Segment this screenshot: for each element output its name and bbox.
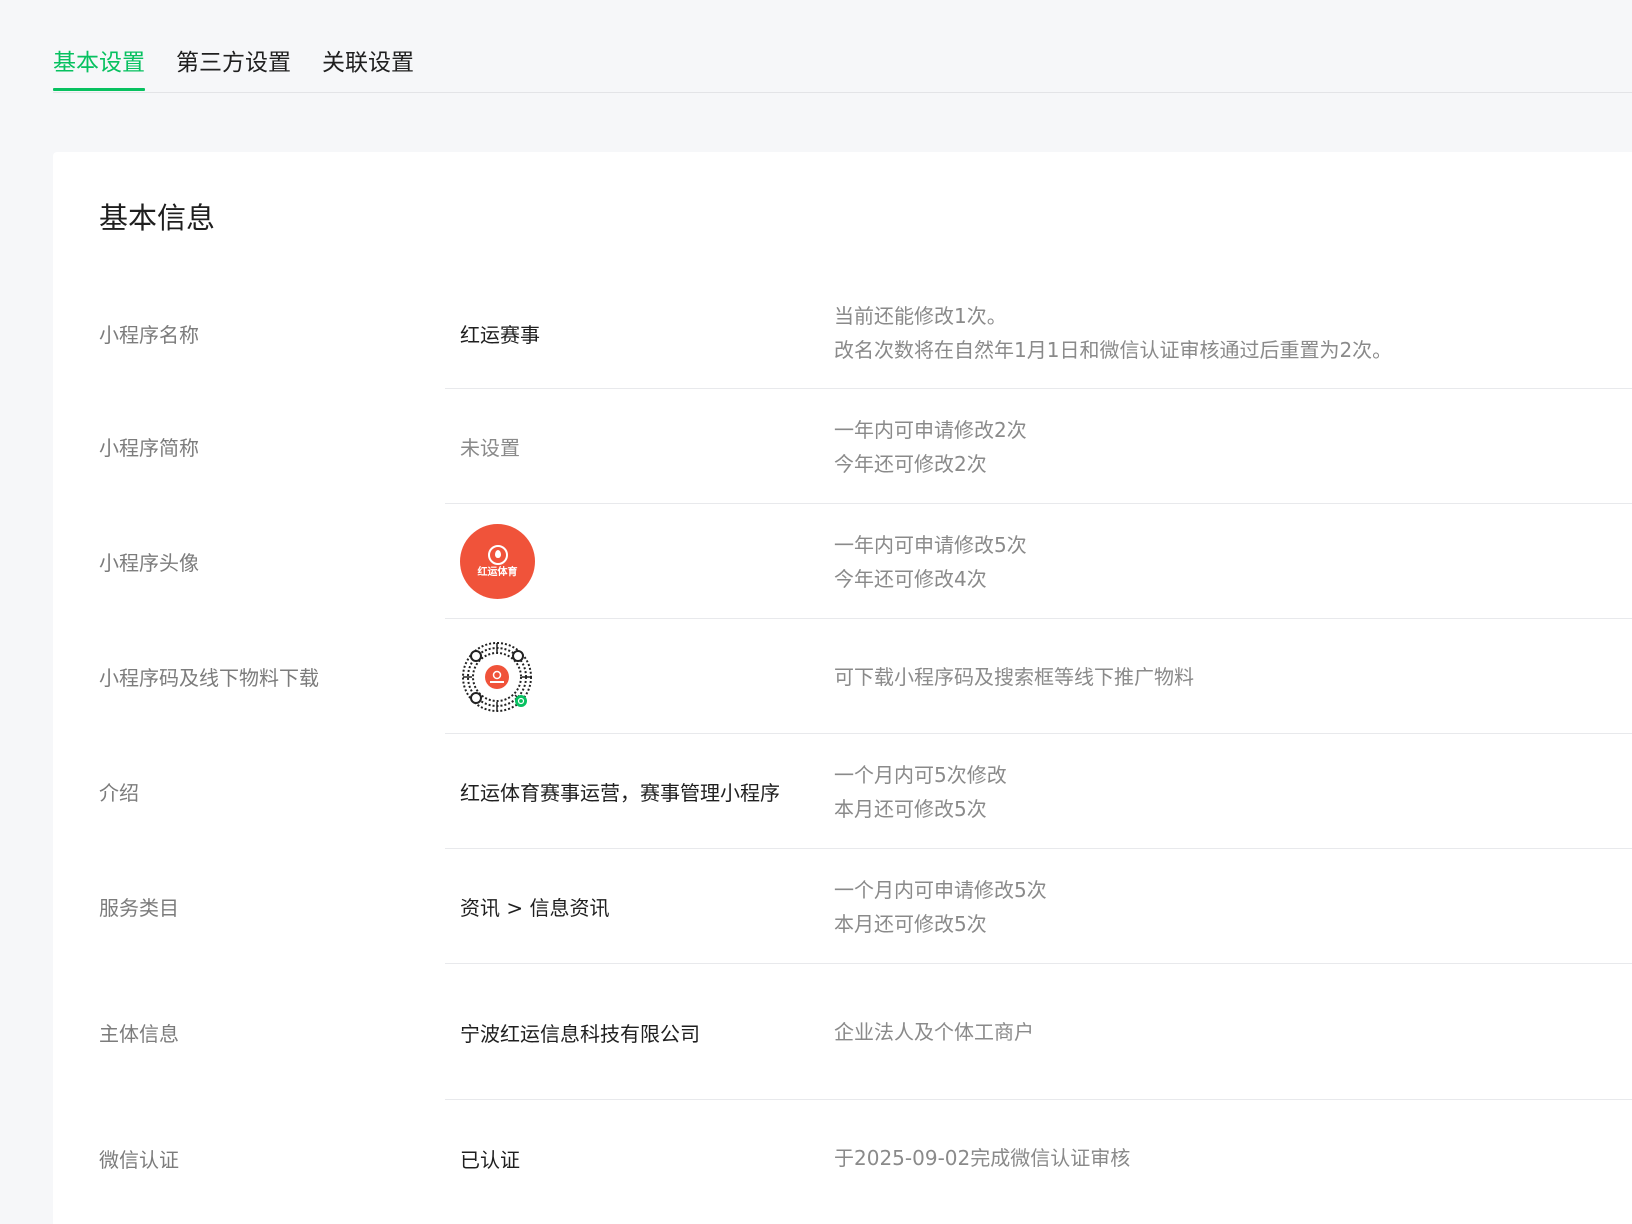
- row-description: 于2025-09-02完成微信认证审核: [834, 1100, 1130, 1216]
- row-mini-program-short-name: 小程序简称 未设置 一年内可申请修改2次 今年还可修改2次: [53, 389, 1632, 504]
- flame-logo-icon: [487, 544, 508, 565]
- desc-line: 当前还能修改1次。: [834, 304, 1007, 328]
- row-label: 小程序码及线下物料下载: [99, 666, 319, 690]
- row-label: 小程序头像: [99, 551, 199, 575]
- desc-line: 今年还可修改4次: [834, 566, 987, 591]
- introduction-value: 红运体育赛事运营，赛事管理小程序: [460, 781, 780, 805]
- desc-line: 本月还可修改5次: [834, 796, 987, 821]
- entity-info-value: 宁波红运信息科技有限公司: [460, 1021, 700, 1046]
- desc-line: 企业法人及个体工商户: [834, 1020, 1034, 1044]
- qr-cell: [460, 619, 534, 734]
- row-label: 小程序名称: [99, 322, 199, 347]
- row-entity-info: 主体信息 宁波红运信息科技有限公司 企业法人及个体工商户: [53, 964, 1632, 1100]
- desc-line: 改名次数将在自然年1月1日和微信认证审核通过后重置为2次。: [834, 338, 1393, 362]
- avatar[interactable]: 红运体育: [460, 524, 535, 599]
- avatar-cell: 红运体育: [460, 504, 535, 619]
- row-label: 小程序简称: [99, 436, 199, 460]
- desc-line: 一个月内可5次修改: [834, 762, 1007, 787]
- mini-program-code-icon[interactable]: [460, 640, 534, 714]
- desc-line: 于2025-09-02完成微信认证审核: [834, 1146, 1131, 1170]
- row-label: 微信认证: [99, 1147, 179, 1172]
- mini-program-name-value: 红运赛事: [460, 322, 540, 347]
- row-description: 一年内可申请修改2次 今年还可修改2次: [834, 389, 1027, 504]
- tab-basic-settings[interactable]: 基本设置: [53, 44, 145, 91]
- desc-line: 一年内可申请修改2次: [834, 417, 1027, 442]
- row-service-category: 服务类目 资讯 > 信息资讯 一个月内可申请修改5次 本月还可修改5次: [53, 849, 1632, 964]
- row-wechat-verification: 微信认证 已认证 于2025-09-02完成微信认证审核: [53, 1100, 1632, 1216]
- desc-line: 可下载小程序码及搜索框等线下推广物料: [834, 664, 1194, 689]
- row-mini-program-avatar: 小程序头像 红运体育 一年内可申请修改5次 今年还可修改4次: [53, 504, 1632, 619]
- desc-line: 一个月内可申请修改5次: [834, 877, 1047, 902]
- verification-status-value: 已认证: [460, 1147, 520, 1172]
- row-description: 可下载小程序码及搜索框等线下推广物料: [834, 619, 1194, 734]
- desc-line: 今年还可修改2次: [834, 451, 987, 476]
- row-description: 一个月内可5次修改 本月还可修改5次: [834, 734, 1007, 849]
- row-introduction: 介绍 红运体育赛事运营，赛事管理小程序 一个月内可5次修改 本月还可修改5次: [53, 734, 1632, 849]
- row-label: 主体信息: [99, 1021, 179, 1046]
- row-label: 介绍: [99, 781, 139, 805]
- desc-line: 本月还可修改5次: [834, 911, 987, 936]
- row-description: 当前还能修改1次。 改名次数将在自然年1月1日和微信认证审核通过后重置为2次。: [834, 277, 1392, 389]
- basic-info-card: 基本信息 小程序名称 红运赛事 当前还能修改1次。 改名次数将在自然年1月1日和…: [53, 152, 1632, 1224]
- avatar-brand-text: 红运体育: [477, 566, 518, 578]
- row-label: 服务类目: [99, 896, 179, 920]
- tab-linked-settings[interactable]: 关联设置: [322, 44, 414, 88]
- tab-third-party-settings[interactable]: 第三方设置: [176, 44, 291, 88]
- row-mini-program-code: 小程序码及线下物料下载 可下载小程序码及搜索框等线下推广物料: [53, 619, 1632, 734]
- row-description: 企业法人及个体工商户: [834, 964, 1034, 1100]
- row-mini-program-name: 小程序名称 红运赛事 当前还能修改1次。 改名次数将在自然年1月1日和微信认证审…: [53, 277, 1632, 389]
- short-name-value: 未设置: [460, 436, 520, 460]
- row-description: 一个月内可申请修改5次 本月还可修改5次: [834, 849, 1047, 964]
- settings-tabs: 基本设置 第三方设置 关联设置: [53, 44, 1632, 93]
- row-description: 一年内可申请修改5次 今年还可修改4次: [834, 504, 1027, 619]
- desc-line: 一年内可申请修改5次: [834, 532, 1027, 557]
- card-title: 基本信息: [99, 201, 216, 235]
- service-category-value: 资讯 > 信息资讯: [460, 896, 610, 920]
